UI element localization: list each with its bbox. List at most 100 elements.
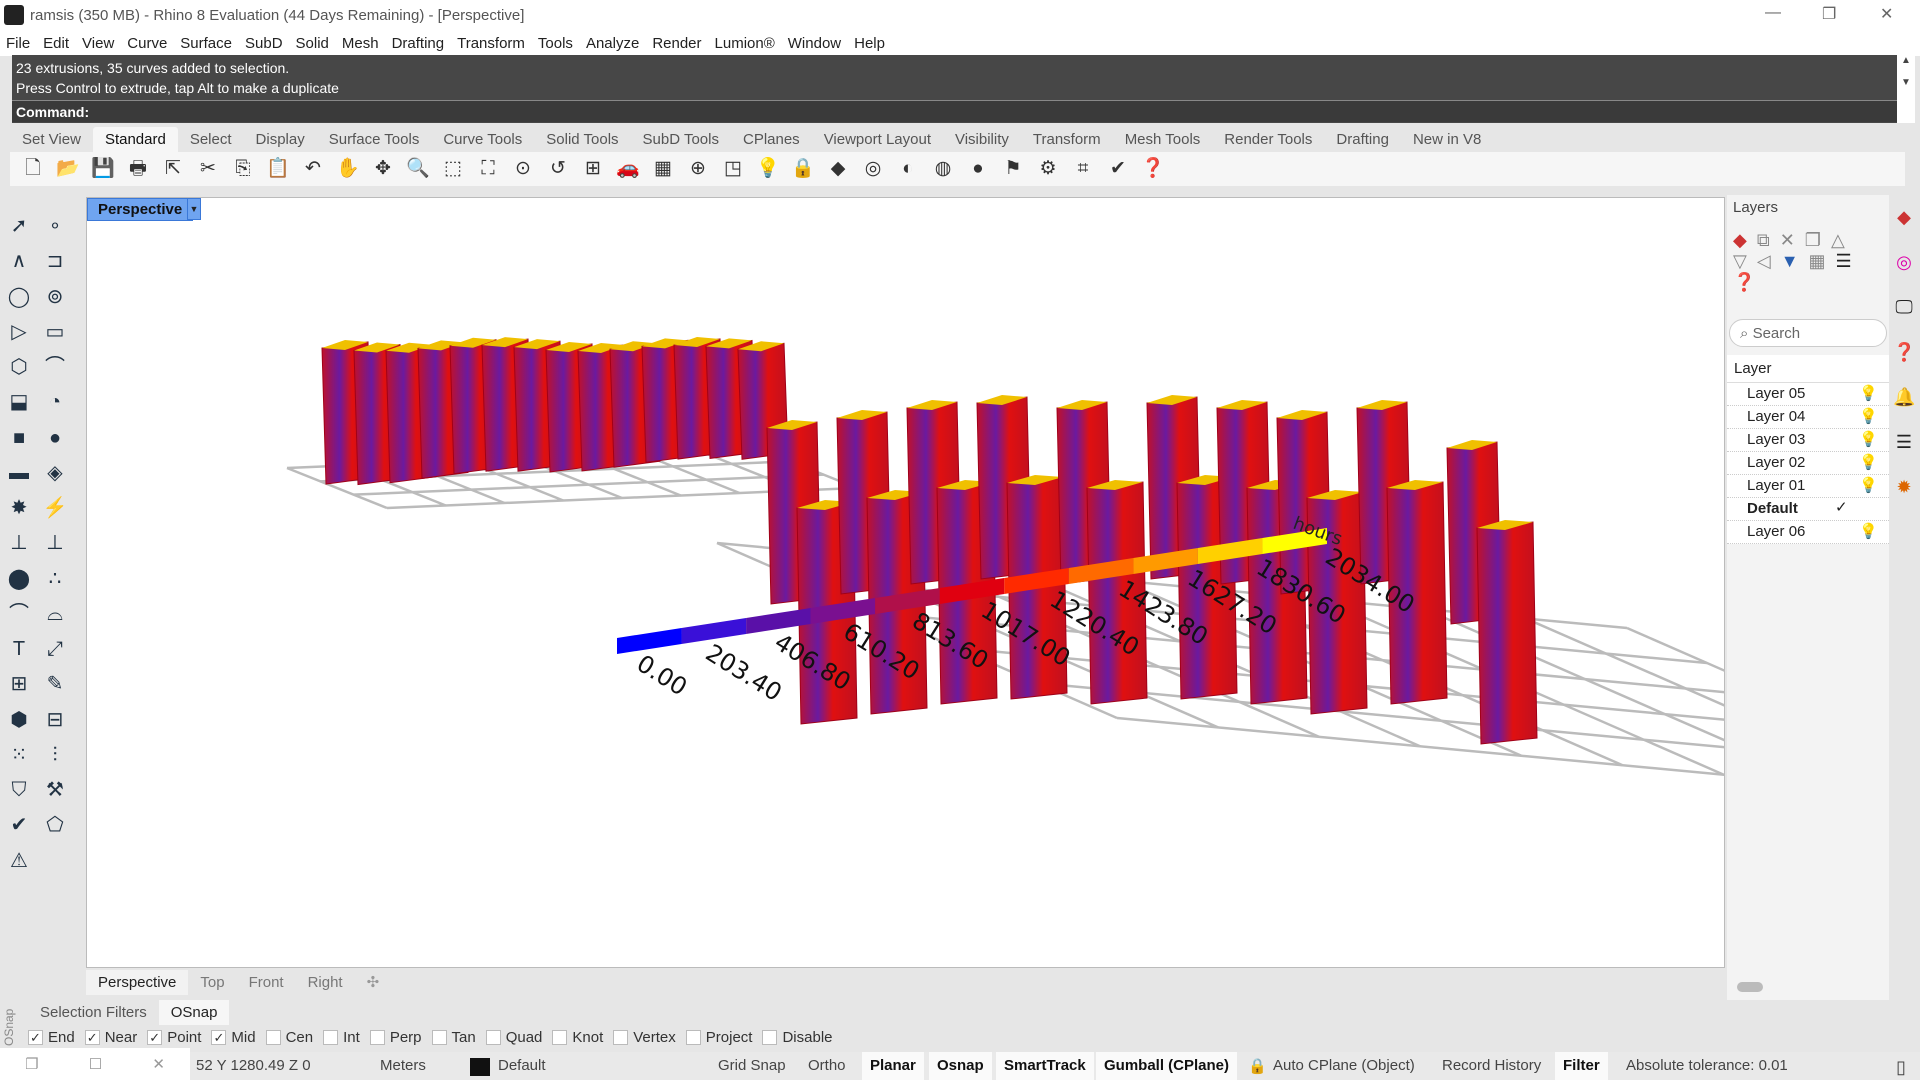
tool-icon[interactable]: ∘ [42, 213, 68, 239]
tool-icon[interactable]: ◔ [42, 389, 68, 415]
layer-row[interactable]: Layer 02 💡 [1727, 452, 1889, 475]
tab-visibility[interactable]: Visibility [943, 127, 1021, 152]
viewport-tab-top[interactable]: Top [188, 970, 236, 995]
layer-row[interactable]: Layer 03 💡 [1727, 429, 1889, 452]
help-icon[interactable]: ❓ [1733, 272, 1765, 292]
panel-toggle-icon[interactable]: ▯ [1888, 1052, 1914, 1080]
osnap-cen[interactable]: Cen [265, 1029, 313, 1046]
restore-button[interactable]: ❐ [1822, 4, 1836, 24]
four-viewports-icon[interactable]: ⊞ [580, 156, 606, 182]
tool-icon[interactable]: ∴ [42, 566, 68, 592]
copy-icon[interactable]: ⎘ [230, 156, 256, 182]
snap-icon[interactable]: ⌗ [1070, 156, 1096, 182]
layer-icon[interactable]: ◆ [825, 156, 851, 182]
tool-icon[interactable]: ■ [6, 425, 32, 451]
layer-search-input[interactable]: ⌕ Search [1729, 319, 1887, 347]
tool-icon[interactable]: ⬡ [6, 354, 32, 380]
tool-icon[interactable]: ▭ [42, 319, 68, 345]
tool-icon[interactable]: ▬ [6, 460, 32, 486]
undo-icon[interactable]: ↶ [300, 156, 326, 182]
menu-edit[interactable]: Edit [43, 35, 69, 52]
tool-icon[interactable]: ⛉ [6, 777, 32, 803]
osnap-perp[interactable]: Perp [369, 1029, 422, 1046]
close-button[interactable]: ✕ [1880, 4, 1893, 24]
menu-lumion[interactable]: Lumion® [715, 35, 775, 52]
menu-tools[interactable]: Tools [538, 35, 573, 52]
viewport-tab-perspective[interactable]: Perspective [86, 969, 189, 995]
osnap-vertex[interactable]: Vertex [613, 1029, 676, 1046]
add-viewport-tab-icon[interactable]: ✣ [355, 969, 392, 995]
layer-row[interactable]: Layer 06 💡 [1727, 521, 1889, 544]
car-icon[interactable]: 🚗 [615, 156, 641, 182]
shade-icon[interactable]: ◐ [895, 156, 921, 182]
maximize-icon[interactable]: ☐ [89, 1055, 102, 1073]
tool-icon[interactable]: ⊥ [6, 530, 32, 556]
command-prompt[interactable]: Command: [12, 100, 1897, 122]
tool-icon[interactable]: ⁙ [6, 742, 32, 768]
tab-render-tools[interactable]: Render Tools [1212, 127, 1324, 152]
tool-icon[interactable]: ⫶ [42, 742, 68, 768]
menu-window[interactable]: Window [788, 35, 841, 52]
checkbox[interactable] [685, 1029, 701, 1045]
checkbox[interactable] [613, 1029, 629, 1045]
new-file-icon[interactable]: 🗋 [20, 156, 46, 182]
tab-cplanes[interactable]: CPlanes [731, 127, 812, 152]
filter-icon[interactable]: ▼ [1781, 251, 1809, 271]
tool-icon[interactable]: ● [42, 425, 68, 451]
select-filter-icon[interactable]: ⚑ [1000, 156, 1026, 182]
check-icon[interactable]: ✔ [1105, 156, 1131, 182]
tab-transform[interactable]: Transform [1021, 127, 1113, 152]
light-bulb-icon[interactable]: 💡 [1859, 407, 1878, 425]
tool-icon[interactable]: ⚒ [42, 777, 68, 803]
viewport-menu-icon[interactable]: ▼ [187, 198, 201, 220]
tab-standard[interactable]: Standard [92, 126, 178, 152]
settings-icon[interactable]: ⚙ [1035, 156, 1061, 182]
light-bulb-icon[interactable]: 💡 [1859, 453, 1878, 471]
tab-new-in-v8[interactable]: New in V8 [1401, 127, 1493, 152]
tool-icon[interactable]: ⊥ [42, 530, 68, 556]
render-preview-icon[interactable]: ◍ [930, 156, 956, 182]
tool-icon[interactable]: ⚡ [42, 495, 68, 521]
checkbox[interactable] [552, 1029, 568, 1045]
menu-transform[interactable]: Transform [457, 35, 525, 52]
rotate-view-icon[interactable]: ✥ [370, 156, 396, 182]
tab-mesh-tools[interactable]: Mesh Tools [1113, 127, 1213, 152]
zoom-icon[interactable]: 🔍 [405, 156, 431, 182]
layer-row[interactable]: Layer 05 💡 [1727, 383, 1889, 406]
tool-icon[interactable]: ⬢ [6, 707, 32, 733]
minimize-button[interactable]: — [1765, 4, 1781, 22]
tool-icon[interactable]: ⬠ [42, 812, 68, 838]
checkbox[interactable] [265, 1029, 281, 1045]
paste-icon[interactable]: 📋 [265, 156, 291, 182]
tool-icon[interactable]: ⚠ [6, 848, 32, 874]
gumball-toggle[interactable]: Gumball (CPlane) [1096, 1052, 1238, 1080]
tool-icon[interactable]: ✎ [42, 671, 68, 697]
checkbox[interactable]: ✓ [211, 1029, 227, 1045]
materials-tab-icon[interactable]: ◎ [1893, 252, 1915, 274]
osnap-end[interactable]: ✓ End [28, 1029, 75, 1046]
color-wheel-icon[interactable]: ◎ [860, 156, 886, 182]
checkbox[interactable] [323, 1029, 339, 1045]
command-scrollbar[interactable]: ▲ ▼ [1897, 55, 1915, 123]
tool-icon[interactable]: ⊐ [42, 248, 68, 274]
layer-row[interactable]: Layer 04 💡 [1727, 406, 1889, 429]
render-tab-icon[interactable]: ✹ [1893, 477, 1915, 499]
menu-analyze[interactable]: Analyze [586, 35, 639, 52]
current-layer[interactable]: Default [490, 1052, 554, 1080]
tab-osnap[interactable]: OSnap [158, 1000, 230, 1025]
checkbox[interactable] [431, 1029, 447, 1045]
export-icon[interactable]: ⇱ [160, 156, 186, 182]
tab-solid-tools[interactable]: Solid Tools [534, 127, 630, 152]
osnap-tan[interactable]: Tan [431, 1029, 476, 1046]
viewport-tab-right[interactable]: Right [296, 970, 355, 995]
checkbox[interactable]: ✓ [147, 1029, 163, 1045]
move-down-icon[interactable]: ▽ [1733, 251, 1757, 271]
grid-snap-toggle[interactable]: Grid Snap [710, 1052, 794, 1080]
tool-icon[interactable]: ∧ [6, 248, 32, 274]
checkbox[interactable]: ✓ [28, 1029, 43, 1045]
checkbox[interactable]: ✓ [84, 1029, 100, 1045]
menu-file[interactable]: File [6, 35, 30, 52]
tab-set-view[interactable]: Set View [10, 127, 93, 152]
properties-tab-icon[interactable]: ☰ [1893, 432, 1915, 454]
osnap-int[interactable]: Int [323, 1029, 360, 1046]
